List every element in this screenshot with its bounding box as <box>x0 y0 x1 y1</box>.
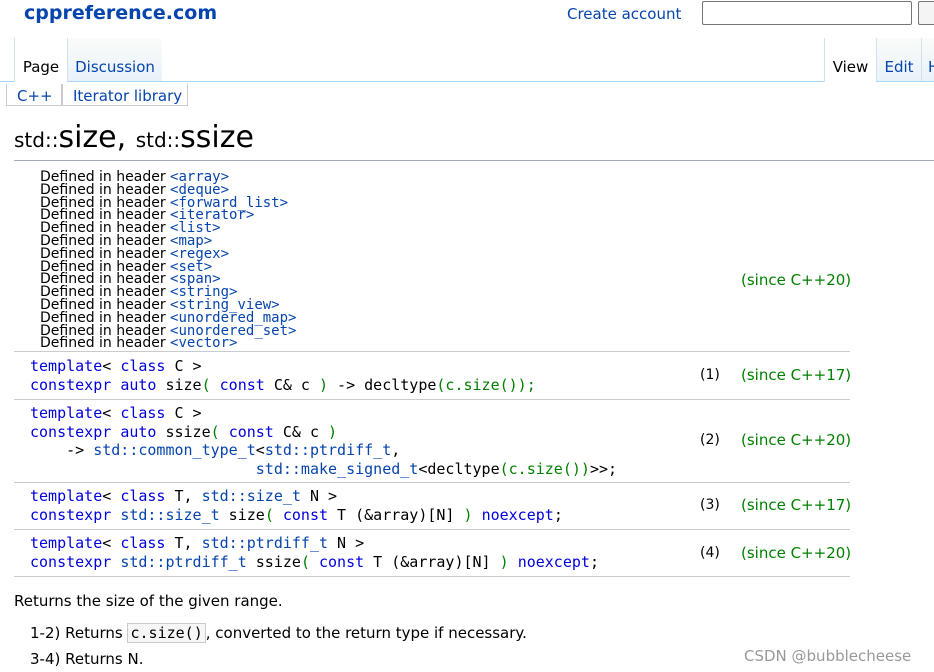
overload-2-number: (2) <box>700 432 720 448</box>
row-divider <box>14 576 850 577</box>
overload-4-since: (since C++20) <box>741 544 852 562</box>
overload-2-code: template< class C > constexpr auto ssize… <box>30 404 618 478</box>
header-list: Defined in header <array> Defined in hea… <box>40 170 296 352</box>
header-link[interactable]: <vector> <box>170 335 237 351</box>
tab-edit[interactable]: Edit <box>876 38 921 82</box>
breadcrumb-cpp[interactable]: C++ <box>6 84 62 106</box>
overload-3-number: (3) <box>700 497 720 513</box>
watermark: CSDN @bubblecheese <box>744 647 912 665</box>
tab-view[interactable]: View <box>824 38 876 82</box>
tab-history[interactable]: H <box>921 38 934 82</box>
headers-since: (since C++20) <box>741 271 852 289</box>
inline-code: c.size() <box>127 623 206 643</box>
create-account-link[interactable]: Create account <box>567 5 681 23</box>
overload-1-number: (1) <box>700 367 720 383</box>
title-divider <box>14 160 934 161</box>
description-item-3-4: 3-4) Returns N. <box>30 650 144 668</box>
overload-1-since: (since C++17) <box>741 366 852 384</box>
overload-1-code: template< class C > constexpr auto size(… <box>30 357 536 394</box>
tab-discussion[interactable]: Discussion <box>67 38 162 82</box>
tab-page[interactable]: Page <box>14 38 67 82</box>
breadcrumb-iterator-library[interactable]: Iterator library <box>62 84 188 106</box>
row-divider <box>14 351 850 352</box>
row-divider <box>14 529 850 530</box>
description-summary: Returns the size of the given range. <box>14 592 283 610</box>
overload-3-code: template< class T, std::size_t N > const… <box>30 487 563 524</box>
overload-4-number: (4) <box>700 545 720 561</box>
overload-4-code: template< class T, std::ptrdiff_t N > co… <box>30 534 599 571</box>
overload-2-since: (since C++20) <box>741 431 852 449</box>
search-button[interactable] <box>918 1 934 25</box>
header-row: Defined in header <vector> <box>40 335 238 352</box>
row-divider <box>14 399 850 400</box>
search-input[interactable] <box>702 1 912 25</box>
page-title: std::size, std::ssize <box>14 120 254 155</box>
row-divider <box>14 482 850 483</box>
tab-bar: Page Discussion View Edit H <box>0 32 934 82</box>
overload-3-since: (since C++17) <box>741 496 852 514</box>
description-item-1-2: 1-2) Returns c.size(), converted to the … <box>30 623 527 643</box>
site-logo[interactable]: cppreference.com <box>24 2 217 24</box>
